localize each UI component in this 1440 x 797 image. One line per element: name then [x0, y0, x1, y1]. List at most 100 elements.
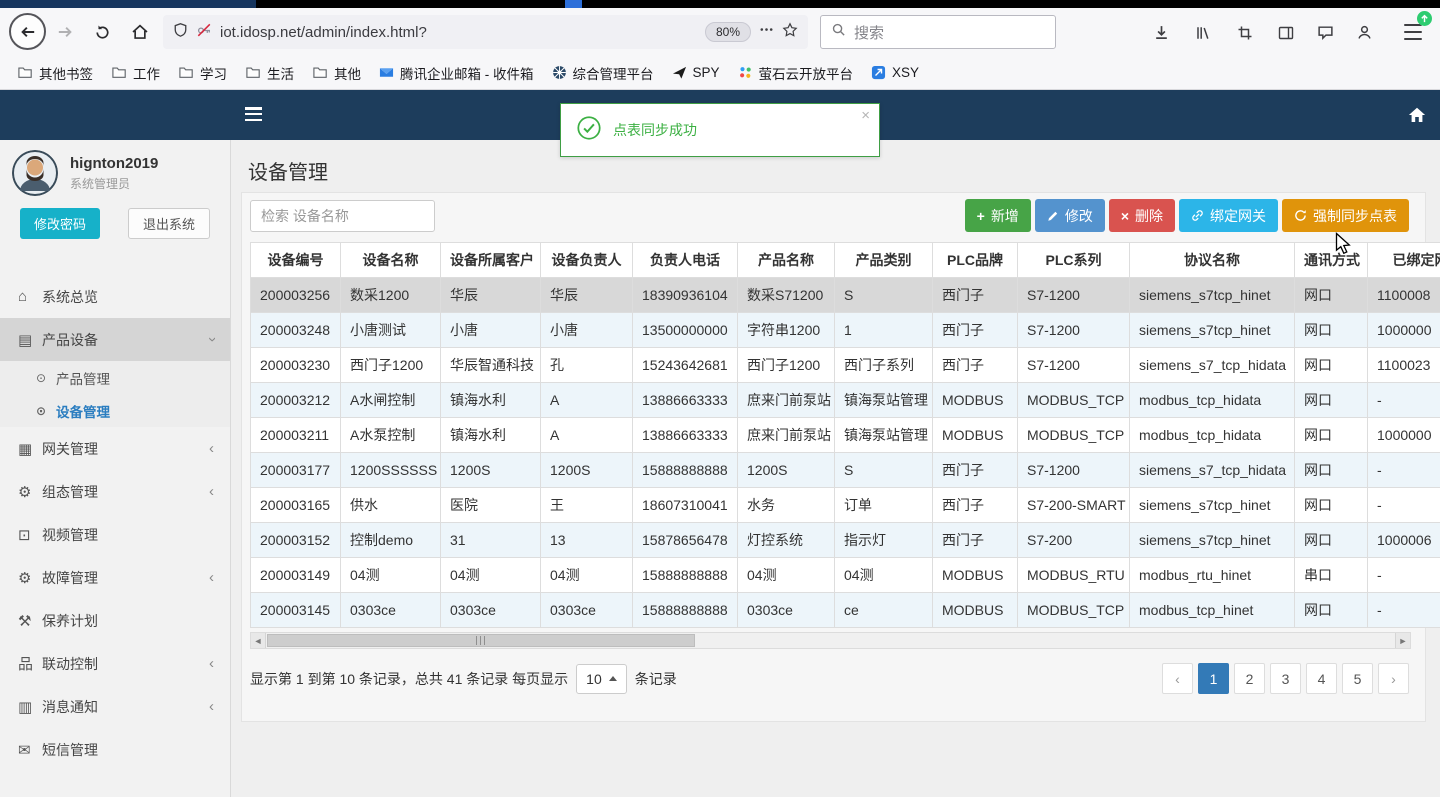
column-header[interactable]: 设备名称	[340, 242, 441, 278]
screenshot-icon[interactable]	[1235, 23, 1254, 42]
column-header[interactable]: 负责人电话	[632, 242, 738, 278]
table-cell: 网口	[1294, 312, 1368, 348]
page-button[interactable]: 3	[1270, 663, 1301, 694]
table-row[interactable]: 200003211 A水泵控制 镇海水利 A 13886663333 庶来门前泵站 镇海泵站…	[250, 417, 1440, 453]
column-header[interactable]: 通讯方式	[1294, 242, 1368, 278]
table-cell: 31	[440, 522, 541, 558]
table-row[interactable]: 200003152 控制demo 31 13 15878656478 灯控系统 指示灯 西门子…	[250, 522, 1440, 558]
sidebar-item[interactable]: ⊡ 视频管理	[0, 513, 230, 556]
account-icon[interactable]	[1355, 23, 1374, 42]
bookmark-item[interactable]: 其他书签	[8, 59, 102, 87]
table-row[interactable]: 200003145 0303ce 0303ce 0303ce 15888888888 03…	[250, 592, 1440, 628]
table-row[interactable]: 200003248 小唐测试 小唐 小唐 13500000000 字符串1200 1 西门子 S…	[250, 312, 1440, 348]
sidebar-item[interactable]: ✉ 短信管理	[0, 728, 230, 771]
next-page-button[interactable]: ›	[1378, 663, 1409, 694]
table-row[interactable]: 200003230 西门子1200 华辰智通科技孔 15243642681 西门子120…	[250, 347, 1440, 383]
sidebar-subitem[interactable]: ⊙ 设备管理	[0, 394, 230, 427]
forward-button[interactable]	[55, 22, 75, 42]
table-row[interactable]: 200003149 04测 04测 04测 15888888888 04测 04测 MODBU…	[250, 557, 1440, 593]
scroll-right-arrow[interactable]: ►	[1395, 633, 1410, 648]
sidebar-item[interactable]: ⚙ 组态管理 ‹	[0, 470, 230, 513]
chat-bubble-icon[interactable]	[1316, 23, 1335, 42]
edit-button[interactable]: 修改	[1034, 199, 1105, 232]
scroll-left-arrow[interactable]: ◄	[251, 633, 266, 648]
column-header[interactable]: PLC品牌	[932, 242, 1018, 278]
zoom-level-badge[interactable]: 80%	[704, 22, 751, 42]
sidebar-collapse-icon[interactable]	[245, 107, 262, 121]
shield-icon[interactable]	[173, 22, 188, 43]
horizontal-scrollbar[interactable]: ◄ ►	[250, 632, 1411, 649]
column-header[interactable]: 已绑定网关	[1367, 242, 1440, 278]
menu-button[interactable]	[1404, 24, 1422, 40]
table-cell: 华辰智通科技	[440, 347, 541, 383]
column-header[interactable]: PLC系列	[1017, 242, 1130, 278]
bind-gateway-button[interactable]: 绑定网关	[1179, 199, 1278, 232]
scrollbar-thumb[interactable]	[267, 634, 695, 647]
change-password-button[interactable]: 修改密码	[20, 208, 101, 239]
bookmark-item[interactable]: 萤石云开放平台	[729, 59, 863, 87]
sidebar-item[interactable]: 品联动控制 ‹	[0, 642, 230, 685]
table-row[interactable]: 200003177 1200SSSSSS 1200S 1200S 15888888888…	[250, 452, 1440, 488]
table-cell: 供水	[340, 487, 441, 523]
insecure-lock-icon[interactable]	[196, 22, 212, 43]
sidebar-item-label: 消息通知	[42, 698, 98, 715]
library-icon[interactable]	[1193, 23, 1212, 42]
bookmark-item[interactable]: 综合管理平台	[543, 59, 663, 87]
page-button[interactable]: 4	[1306, 663, 1337, 694]
bookmark-item[interactable]: 学习	[169, 59, 236, 87]
reload-button[interactable]	[92, 22, 112, 42]
table-row[interactable]: 200003256 数采1200 华辰 华辰 18390936104 数采S71200 S 西…	[250, 277, 1440, 313]
table-header-row: 设备编号 设备名称 设备所属客户 设备负责人 负责人电话 产品名称 产品类别 PLC品牌 PLC…	[250, 242, 1440, 278]
page-size-select[interactable]: 10	[576, 663, 627, 694]
home-button[interactable]	[130, 22, 150, 42]
table-cell: 西门子	[932, 487, 1018, 523]
toast-close-icon[interactable]: ×	[861, 107, 870, 124]
bookmark-item[interactable]: 其他	[303, 59, 370, 87]
sidebar-item[interactable]: ▥ 消息通知 ‹	[0, 685, 230, 728]
page-actions-icon[interactable]	[759, 22, 774, 42]
table-row[interactable]: 200003212 A水闸控制 镇海水利 A 13886663333 庶来门前泵站 镇海泵站…	[250, 382, 1440, 418]
bookmark-item[interactable]: XSY	[862, 61, 928, 84]
add-button[interactable]: + 新增	[964, 199, 1031, 232]
download-icon[interactable]	[1152, 23, 1171, 42]
bookmark-item[interactable]: 腾讯企业邮箱 - 收件箱	[370, 59, 543, 87]
browser-search-bar[interactable]: 搜索	[820, 15, 1056, 49]
bookmark-item[interactable]: SPY	[663, 61, 729, 84]
column-header[interactable]: 设备负责人	[540, 242, 633, 278]
column-header[interactable]: 设备编号	[250, 242, 341, 278]
table-row[interactable]: 200003165 供水 医院王 18607310041 水务 订单 西门子 S7-200-S…	[250, 487, 1440, 523]
table-cell: 1200SSSSSS	[340, 452, 441, 488]
delete-button[interactable]: × 删除	[1108, 199, 1175, 232]
titlebar-left-segment	[0, 0, 256, 8]
logout-button[interactable]: 退出系统	[127, 208, 210, 239]
back-button[interactable]	[9, 13, 46, 50]
sidebar-subitem[interactable]: ⊙ 产品管理	[0, 361, 230, 394]
sidebar-item[interactable]: ⚒ 保养计划	[0, 599, 230, 642]
page-button[interactable]: 5	[1342, 663, 1373, 694]
sidebar-item[interactable]: ⚙ 故障管理 ‹	[0, 556, 230, 599]
force-sync-button[interactable]: 强制同步点表	[1282, 199, 1409, 232]
bookmark-label: 综合管理平台	[572, 66, 654, 82]
sidebar-item[interactable]: ⌂ 系统总览	[0, 275, 230, 318]
bookmark-item[interactable]: 工作	[102, 59, 169, 87]
url-text[interactable]: iot.idosp.net/admin/index.html?	[220, 24, 697, 41]
table-cell: 华辰	[540, 277, 633, 313]
column-header[interactable]: 产品类别	[834, 242, 933, 278]
column-header[interactable]: 设备所属客户	[440, 242, 541, 278]
app-home-icon[interactable]	[1408, 106, 1426, 124]
table-cell: 网口	[1294, 277, 1368, 313]
column-header[interactable]: 产品名称	[737, 242, 835, 278]
bookmark-item[interactable]: 生活	[236, 59, 303, 87]
sidebar-toggle-icon[interactable]	[1276, 23, 1295, 42]
bookmark-star-icon[interactable]	[782, 21, 798, 43]
address-bar[interactable]: iot.idosp.net/admin/index.html? 80%	[163, 15, 808, 49]
page-button[interactable]: 2	[1234, 663, 1265, 694]
xsy-icon	[871, 65, 886, 80]
sidebar-item[interactable]: ▦ 网关管理 ‹	[0, 427, 230, 470]
device-search-input[interactable]	[250, 199, 435, 232]
prev-page-button[interactable]: ‹	[1162, 663, 1193, 694]
sidebar-item[interactable]: ▤ 产品设备 ‹	[0, 318, 230, 361]
page-button[interactable]: 1	[1198, 663, 1229, 694]
table-cell: 0303ce	[737, 592, 835, 628]
column-header[interactable]: 协议名称	[1129, 242, 1295, 278]
